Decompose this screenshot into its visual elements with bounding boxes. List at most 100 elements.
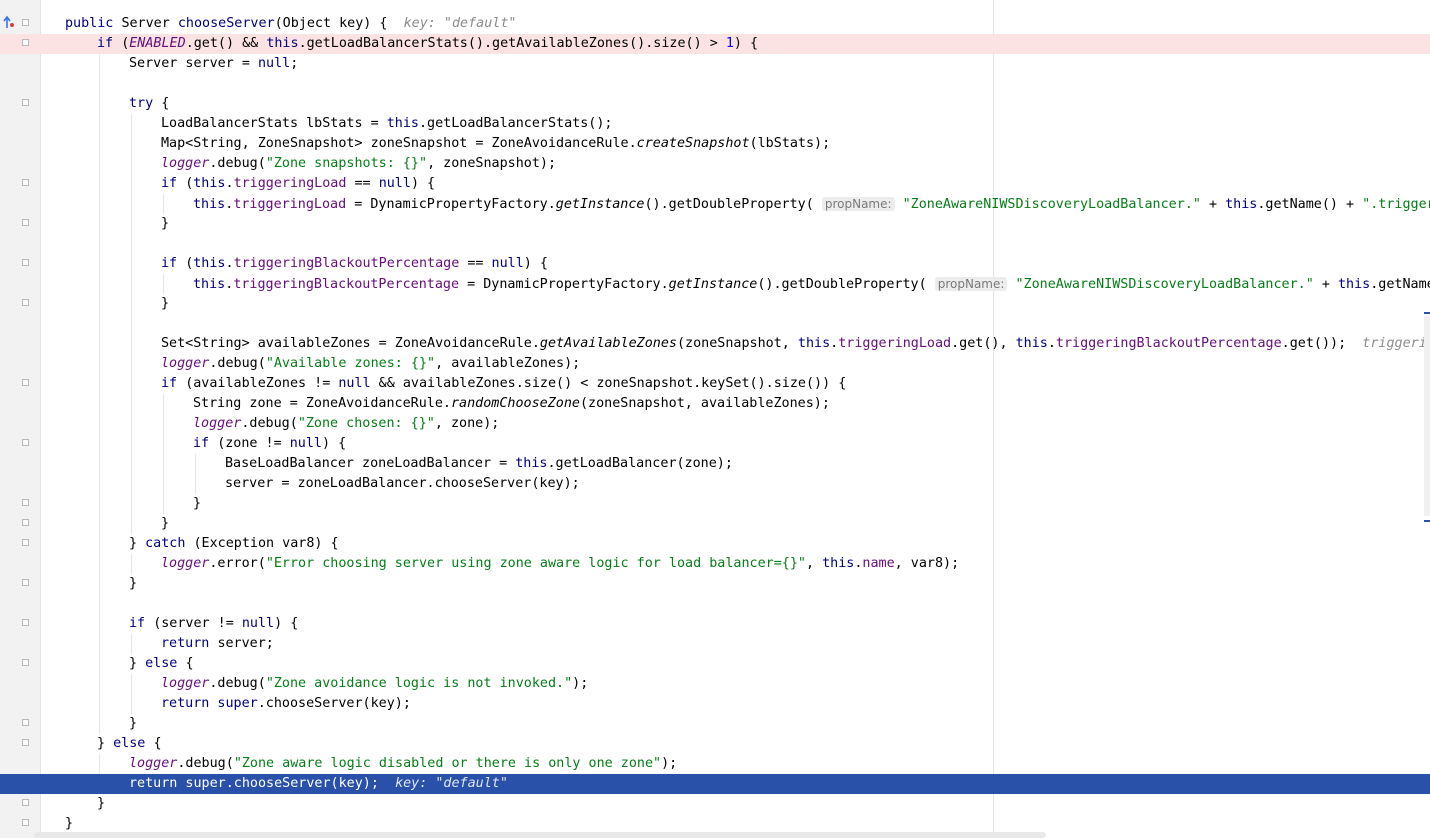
- code-line[interactable]: this.triggeringBlackoutPercentage = Dyna…: [0, 274, 1430, 294]
- indent-guide: [131, 514, 132, 534]
- code-line[interactable]: } catch (Exception var8) {: [0, 534, 1430, 554]
- fold-marker-icon[interactable]: [22, 99, 29, 106]
- code-line[interactable]: logger.debug("Zone snapshots: {}", zoneS…: [0, 154, 1430, 174]
- code-line[interactable]: if (server != null) {: [0, 614, 1430, 634]
- code-line[interactable]: Server server = null;: [0, 54, 1430, 74]
- code-line[interactable]: LoadBalancerStats lbStats = this.getLoad…: [0, 114, 1430, 134]
- code-line[interactable]: logger.debug("Zone avoidance logic is no…: [0, 674, 1430, 694]
- fold-marker-icon[interactable]: [22, 539, 29, 546]
- code-line[interactable]: if (zone != null) {: [0, 434, 1430, 454]
- code-text: Server server = null;: [129, 54, 298, 74]
- indent-guide: [99, 574, 100, 594]
- fold-marker-icon[interactable]: [22, 179, 29, 186]
- code-text: if (availableZones != null && availableZ…: [161, 374, 846, 394]
- fold-marker-icon[interactable]: [22, 739, 29, 746]
- code-text: BaseLoadBalancer zoneLoadBalancer = this…: [225, 454, 733, 474]
- code-token: .error(: [209, 556, 266, 571]
- code-token: .getName() +: [1257, 197, 1363, 212]
- code-token: );: [661, 756, 678, 771]
- fold-marker-icon[interactable]: [22, 819, 29, 826]
- code-editor[interactable]: public Server chooseServer(Object key) {…: [0, 14, 1430, 834]
- fold-marker-icon[interactable]: [22, 439, 29, 446]
- fold-marker-icon[interactable]: [22, 499, 29, 506]
- indent-guide: [99, 334, 100, 354]
- code-line[interactable]: BaseLoadBalancer zoneLoadBalancer = this…: [0, 454, 1430, 474]
- fold-marker-icon[interactable]: [22, 519, 29, 526]
- fold-marker-icon[interactable]: [22, 619, 29, 626]
- code-line[interactable]: server = zoneLoadBalancer.chooseServer(k…: [0, 474, 1430, 494]
- code-line[interactable]: } else {: [0, 654, 1430, 674]
- code-line[interactable]: return super.chooseServer(key);: [0, 694, 1430, 714]
- code-line[interactable]: }: [0, 494, 1430, 514]
- code-token: {: [185, 656, 194, 671]
- code-text: LoadBalancerStats lbStats = this.getLoad…: [161, 114, 612, 134]
- code-token: }: [129, 716, 138, 731]
- code-line[interactable]: public Server chooseServer(Object key) {…: [0, 14, 1430, 34]
- indent-guide: [99, 114, 100, 134]
- code-token: return super: [161, 696, 258, 711]
- code-line[interactable]: logger.error("Error choosing server usin…: [0, 554, 1430, 574]
- code-line[interactable]: logger.debug("Available zones: {}", avai…: [0, 354, 1430, 374]
- code-token: "Zone snapshots: {}": [265, 156, 428, 171]
- fold-marker-icon[interactable]: [22, 19, 29, 26]
- code-line[interactable]: if (availableZones != null && availableZ…: [0, 374, 1430, 394]
- code-line[interactable]: String zone = ZoneAvoidanceRule.randomCh…: [0, 394, 1430, 414]
- code-token: this: [1015, 336, 1048, 351]
- indent-guide: [99, 434, 100, 454]
- indent-guide: [163, 454, 164, 474]
- code-line[interactable]: Map<String, ZoneSnapshot> zoneSnapshot =…: [0, 134, 1430, 154]
- code-line[interactable]: try {: [0, 94, 1430, 114]
- fold-marker-icon[interactable]: [22, 659, 29, 666]
- code-token: createSnapshot: [636, 136, 750, 151]
- fold-marker-icon[interactable]: [22, 39, 29, 46]
- code-text: Map<String, ZoneSnapshot> zoneSnapshot =…: [161, 134, 830, 154]
- code-text: }: [129, 714, 137, 734]
- code-line[interactable]: logger.debug("Zone aware logic disabled …: [0, 754, 1430, 774]
- code-token: triggeringLoad: [233, 197, 347, 212]
- indent-guide: [131, 274, 132, 294]
- fold-marker-icon[interactable]: [22, 259, 29, 266]
- code-token: String zone = ZoneAvoidanceRule.: [193, 396, 451, 411]
- current-execution-line[interactable]: return super.chooseServer(key); key: "de…: [0, 774, 1430, 794]
- code-line[interactable]: } else {: [0, 734, 1430, 754]
- code-line[interactable]: }: [0, 514, 1430, 534]
- indent-guide: [163, 274, 164, 294]
- code-line[interactable]: if (this.triggeringBlackoutPercentage ==…: [0, 254, 1430, 274]
- code-line[interactable]: [0, 314, 1430, 334]
- fold-marker-icon[interactable]: [22, 579, 29, 586]
- code-line[interactable]: }: [0, 214, 1430, 234]
- code-line[interactable]: }: [0, 794, 1430, 814]
- code-line[interactable]: Set<String> availableZones = ZoneAvoidan…: [0, 334, 1430, 354]
- code-text: }: [161, 214, 169, 234]
- indent-guide: [131, 354, 132, 374]
- code-line[interactable]: [0, 74, 1430, 94]
- caret-stripe-mark[interactable]: [1424, 520, 1430, 522]
- fold-marker-icon[interactable]: [22, 719, 29, 726]
- fold-marker-icon[interactable]: [22, 299, 29, 306]
- fold-marker-icon[interactable]: [22, 219, 29, 226]
- indent-guide: [131, 674, 132, 694]
- code-line[interactable]: }: [0, 714, 1430, 734]
- code-text: server = zoneLoadBalancer.chooseServer(k…: [225, 474, 580, 494]
- vertical-scrollbar[interactable]: [1424, 316, 1430, 516]
- breakpoint-line[interactable]: if (ENABLED.get() && this.getLoadBalance…: [0, 34, 1430, 54]
- code-token: 1: [725, 36, 734, 51]
- error-stripe-mark[interactable]: [1424, 312, 1430, 314]
- indent-guide: [163, 434, 164, 454]
- fold-marker-icon[interactable]: [22, 379, 29, 386]
- code-line[interactable]: }: [0, 574, 1430, 594]
- code-line[interactable]: [0, 594, 1430, 614]
- fold-marker-icon[interactable]: [22, 799, 29, 806]
- horizontal-scrollbar[interactable]: [34, 832, 1046, 838]
- code-line[interactable]: }: [0, 814, 1430, 834]
- code-line[interactable]: [0, 234, 1430, 254]
- code-text: public Server chooseServer(Object key) {…: [65, 14, 517, 34]
- code-line[interactable]: this.triggeringLoad = DynamicPropertyFac…: [0, 194, 1430, 214]
- code-line[interactable]: logger.debug("Zone chosen: {}", zone);: [0, 414, 1430, 434]
- code-line[interactable]: return server;: [0, 634, 1430, 654]
- code-line[interactable]: }: [0, 294, 1430, 314]
- code-token: "Zone avoidance logic is not invoked.": [265, 676, 573, 691]
- code-line[interactable]: if (this.triggeringLoad == null) {: [0, 174, 1430, 194]
- code-token: return super: [129, 776, 226, 791]
- code-text: this.triggeringBlackoutPercentage = Dyna…: [193, 274, 1430, 295]
